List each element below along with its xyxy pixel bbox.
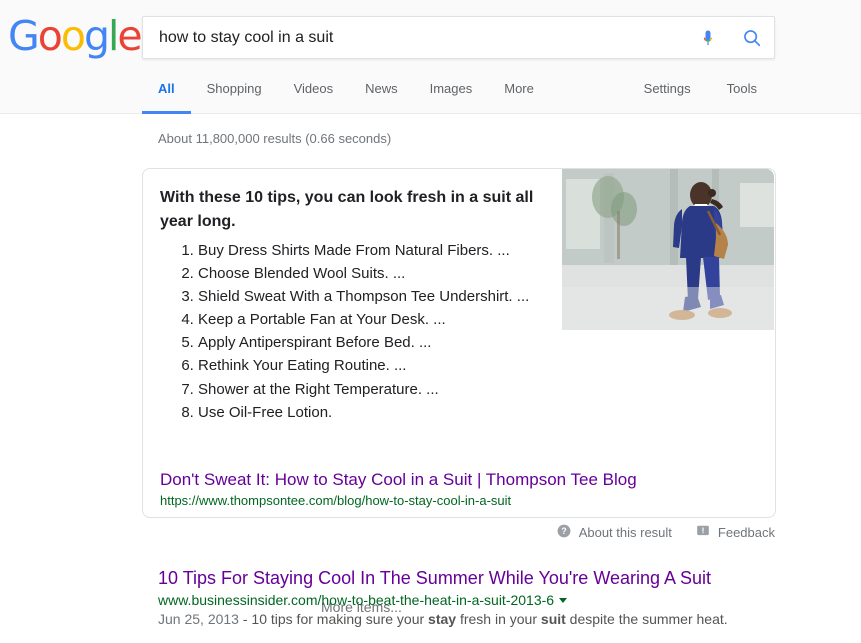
organic-result: 10 Tips For Staying Cool In The Summer W… xyxy=(158,566,798,629)
tab-videos[interactable]: Videos xyxy=(278,78,350,114)
search-header: Google All Shopping Videos News Images M… xyxy=(0,0,861,114)
featured-snippet-card: With these 10 tips, you can look fresh i… xyxy=(142,168,776,615)
feedback-flag-icon xyxy=(696,524,710,541)
featured-snippet-thumbnail[interactable] xyxy=(562,169,774,330)
help-circle-icon: ? xyxy=(557,524,571,541)
result-date: Jun 25, 2013 xyxy=(158,611,239,627)
logo-letter-g1: G xyxy=(8,12,40,60)
about-this-result-label: About this result xyxy=(578,525,672,540)
list-item: Use Oil-Free Lotion. xyxy=(198,401,580,424)
search-icon[interactable] xyxy=(730,17,774,58)
result-keyword-suit: suit xyxy=(540,611,566,627)
tools-button[interactable]: Tools xyxy=(709,78,775,114)
result-snippet-mid: fresh in your xyxy=(456,611,541,627)
tab-images[interactable]: Images xyxy=(414,78,489,114)
result-url-row: www.businessinsider.com/how-to-beat-the-… xyxy=(158,592,798,608)
logo-letter-g2: g xyxy=(83,12,110,60)
featured-snippet-url: https://www.thompsontee.com/blog/how-to-… xyxy=(160,493,512,508)
list-item: Shield Sweat With a Thompson Tee Undersh… xyxy=(198,285,580,308)
tab-shopping[interactable]: Shopping xyxy=(191,78,278,114)
featured-snippet-source-link[interactable]: Don't Sweat It: How to Stay Cool in a Su… xyxy=(160,470,637,490)
google-logo[interactable]: Google xyxy=(8,12,143,60)
result-snippet-prefix: - 10 tips for making sure your xyxy=(238,611,429,627)
result-snippet: Jun 25, 2013 - 10 tips for making sure y… xyxy=(158,610,798,629)
logo-letter-e: e xyxy=(117,12,142,60)
settings-button[interactable]: Settings xyxy=(626,78,709,114)
list-item: Rethink Your Eating Routine. ... xyxy=(198,354,580,377)
snippet-footer: ? About this result Feedback xyxy=(557,524,775,541)
search-box[interactable] xyxy=(142,16,775,59)
result-stats: About 11,800,000 results (0.66 seconds) xyxy=(158,131,392,146)
result-title-link[interactable]: 10 Tips For Staying Cool In The Summer W… xyxy=(158,566,798,590)
search-tabs: All Shopping Videos News Images More xyxy=(142,78,550,114)
featured-snippet-list: Buy Dress Shirts Made From Natural Fiber… xyxy=(160,239,580,424)
result-keyword-stay: stay xyxy=(428,611,457,627)
chevron-down-icon[interactable] xyxy=(559,597,568,603)
tab-more[interactable]: More xyxy=(488,78,550,114)
list-item: Apply Antiperspirant Before Bed. ... xyxy=(198,331,580,354)
svg-text:?: ? xyxy=(561,526,566,536)
tab-all[interactable]: All xyxy=(142,78,191,114)
featured-snippet-heading: With these 10 tips, you can look fresh i… xyxy=(160,189,534,230)
feedback-label: Feedback xyxy=(717,525,775,540)
list-item: Keep a Portable Fan at Your Desk. ... xyxy=(198,308,580,331)
about-this-result-button[interactable]: ? About this result xyxy=(557,524,672,541)
search-tools-group: Settings Tools xyxy=(626,78,775,114)
result-url: www.businessinsider.com/how-to-beat-the-… xyxy=(158,592,555,608)
logo-letter-o1: o xyxy=(37,12,63,60)
feedback-button[interactable]: Feedback xyxy=(696,524,775,541)
list-item: Choose Blended Wool Suits. ... xyxy=(198,262,580,285)
microphone-icon[interactable] xyxy=(686,17,730,58)
list-item: Buy Dress Shirts Made From Natural Fiber… xyxy=(198,239,580,262)
result-snippet-suffix: despite the summer heat. xyxy=(565,611,728,627)
logo-letter-o2: o xyxy=(60,12,86,60)
logo-letter-l: l xyxy=(108,12,119,60)
search-input[interactable] xyxy=(143,28,686,47)
tab-news[interactable]: News xyxy=(349,78,414,114)
list-item: Shower at the Right Temperature. ... xyxy=(198,378,580,401)
